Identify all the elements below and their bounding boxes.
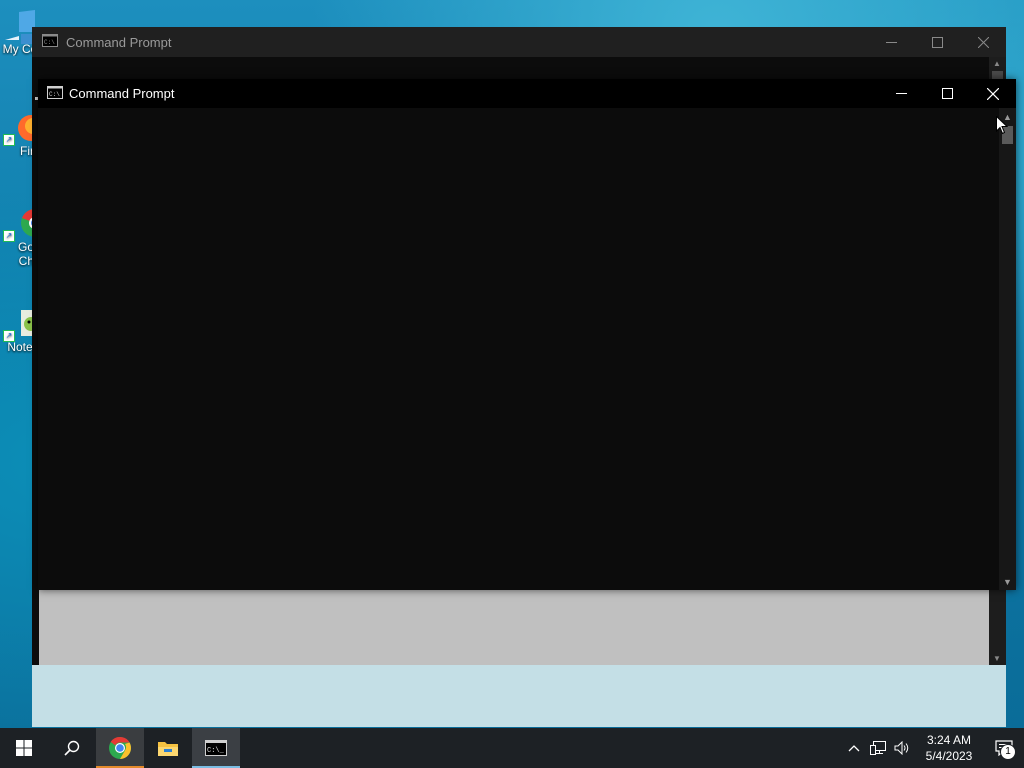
scroll-down-icon[interactable]: ▼	[999, 573, 1016, 590]
minimize-icon	[885, 41, 897, 43]
maximize-button[interactable]	[924, 79, 970, 108]
taskbar-chrome-button[interactable]	[96, 728, 144, 768]
vertical-scrollbar[interactable]: ▲ ▼	[999, 108, 1016, 590]
cmd-icon: C:\	[42, 34, 58, 50]
maximize-icon	[931, 36, 943, 48]
folder-icon	[158, 742, 178, 756]
maximize-button[interactable]	[914, 27, 960, 57]
taskbar-file-explorer-button[interactable]	[144, 728, 192, 768]
close-icon	[977, 36, 989, 48]
cmd-icon: C:\_	[205, 740, 227, 756]
maximize-icon	[941, 88, 953, 99]
close-button[interactable]	[970, 79, 1016, 108]
chevron-up-icon	[848, 745, 860, 752]
close-icon	[987, 87, 999, 100]
taskbar: C:\_ 3:24 AM 5/4/2023 1	[0, 728, 1024, 768]
show-hidden-icons-button[interactable]	[842, 728, 866, 768]
minimize-button[interactable]	[868, 27, 914, 57]
svg-text:C:\: C:\	[49, 91, 60, 98]
clock-time: 3:24 AM	[926, 733, 972, 747]
close-button[interactable]	[960, 27, 1006, 57]
console-area[interactable]	[38, 108, 999, 590]
window-title: Command Prompt	[69, 86, 175, 101]
notification-count-badge: 1	[1000, 744, 1016, 760]
shortcut-arrow-icon: ↗	[3, 330, 15, 342]
shortcut-arrow-icon: ↗	[3, 134, 15, 146]
volume-icon	[894, 741, 909, 755]
minimize-button[interactable]	[878, 79, 924, 108]
console-gray-region	[39, 587, 1005, 665]
title-bar[interactable]: C:\ Command Prompt	[38, 79, 1016, 108]
clock[interactable]: 3:24 AM 5/4/2023	[914, 732, 984, 764]
windows-logo-icon	[16, 740, 32, 756]
chrome-icon: ↗	[3, 208, 49, 242]
scroll-down-icon[interactable]: ▼	[993, 654, 1001, 663]
action-center-button[interactable]: 1	[984, 728, 1024, 768]
search-button[interactable]	[48, 728, 96, 768]
clock-date: 5/4/2023	[925, 749, 973, 763]
network-button[interactable]	[866, 728, 890, 768]
network-icon	[870, 741, 886, 755]
search-icon	[64, 740, 80, 756]
mouse-pointer-icon	[996, 115, 1009, 140]
taskbar-command-prompt-button[interactable]: C:\_	[192, 728, 240, 768]
minimize-icon	[895, 93, 907, 94]
firefox-icon: ↗	[3, 112, 44, 146]
svg-text:C:\: C:\	[44, 39, 55, 46]
window-title: Command Prompt	[66, 34, 172, 50]
cmd-icon: C:\	[47, 85, 63, 102]
start-button[interactable]	[0, 728, 48, 768]
chrome-icon	[109, 736, 131, 759]
scroll-up-icon[interactable]: ▲	[993, 59, 1001, 68]
system-tray: 3:24 AM 5/4/2023 1	[842, 728, 1024, 768]
command-prompt-window-front[interactable]: C:\ Command Prompt ▲ ▼	[38, 79, 1016, 590]
notepad-icon: ↗	[3, 308, 38, 342]
computer-icon	[5, 10, 35, 44]
shortcut-arrow-icon: ↗	[3, 230, 15, 242]
svg-text:C:\_: C:\_	[207, 747, 225, 755]
title-bar[interactable]: C:\ Command Prompt	[32, 27, 1006, 57]
volume-button[interactable]	[890, 728, 914, 768]
